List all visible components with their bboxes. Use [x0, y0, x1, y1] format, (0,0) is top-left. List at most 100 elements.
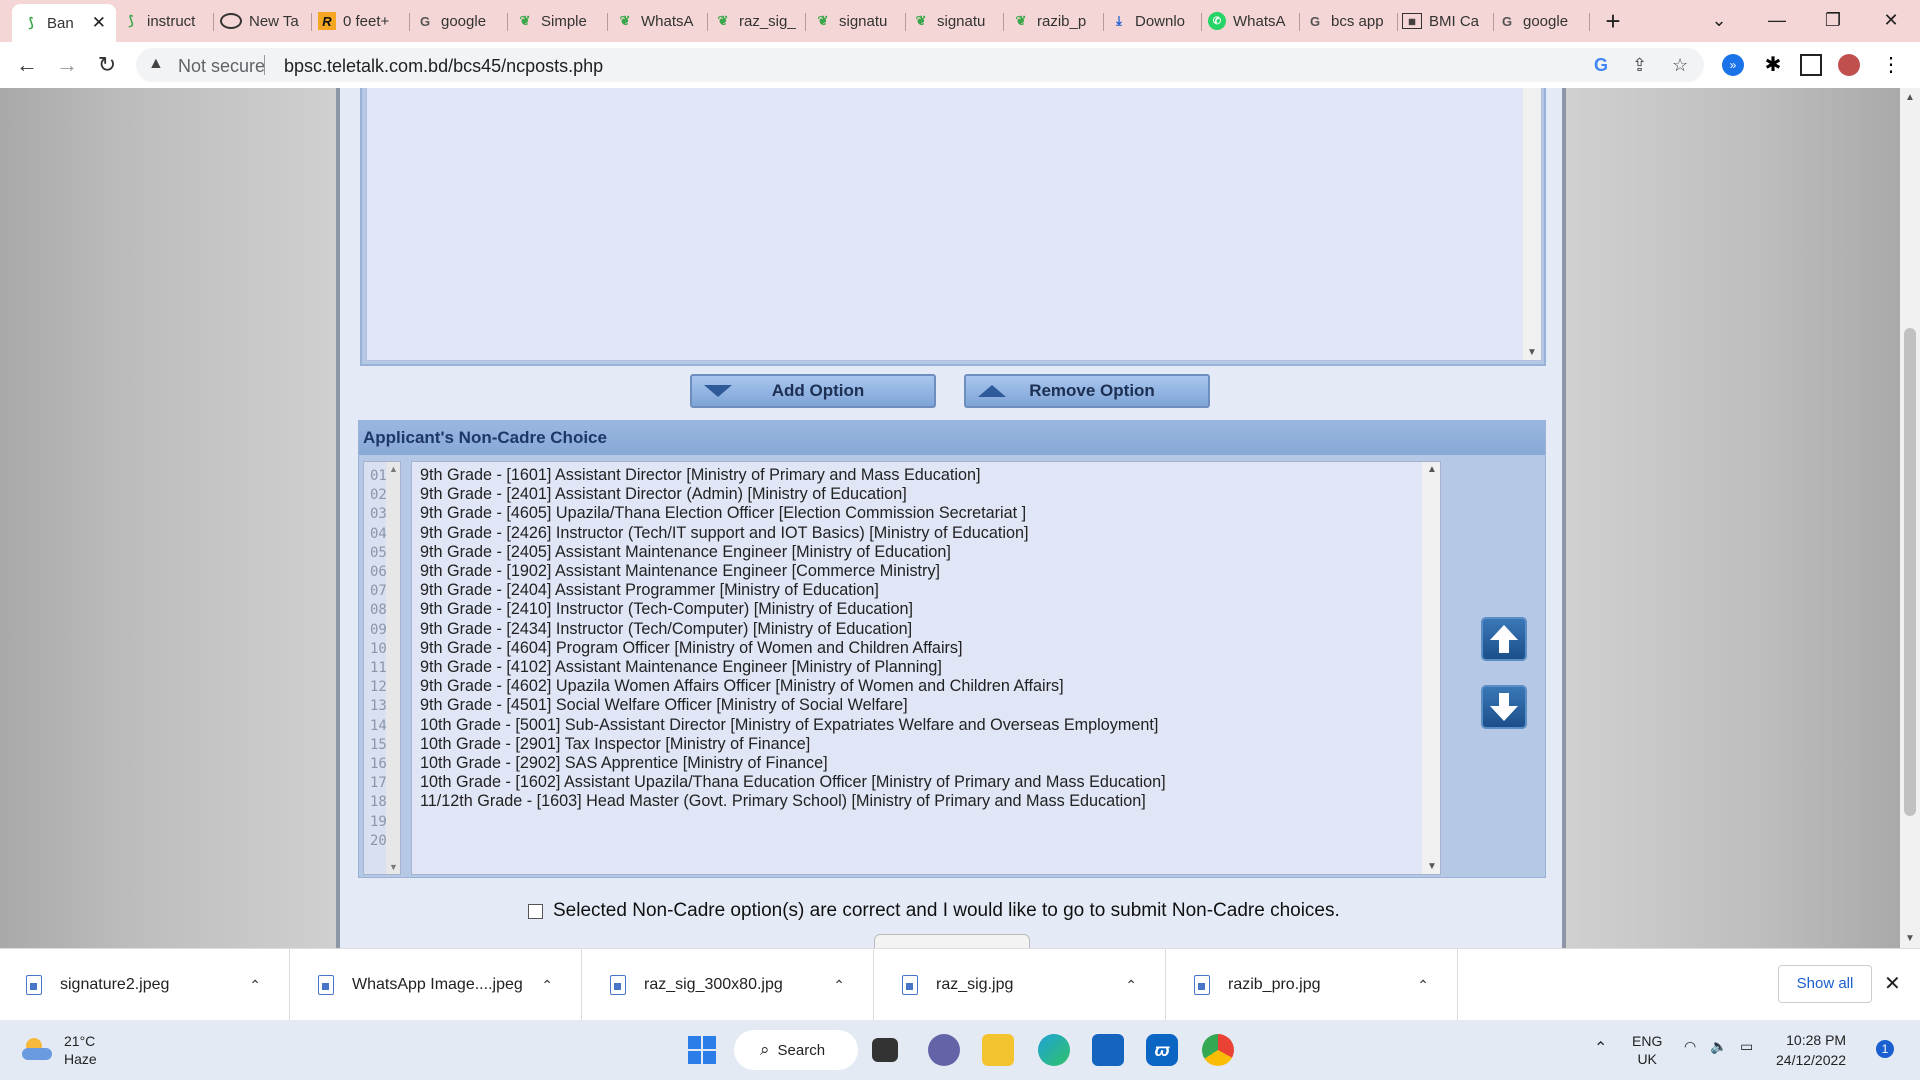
confirm-label[interactable]: Selected Non-Cadre option(s) are correct…	[553, 900, 1340, 922]
download-item[interactable]: WhatsApp Image....jpeg ⌃	[292, 949, 582, 1021]
chevron-up-icon[interactable]: ⌃	[1125, 977, 1137, 994]
tab-10[interactable]: ❦ razib_p	[1008, 6, 1104, 36]
choice-item[interactable]: 9th Grade - [1902] Assistant Maintenance…	[420, 562, 940, 581]
tab-0[interactable]: ⟆ Ban ✕	[12, 4, 116, 42]
close-window-icon[interactable]: ✕	[1868, 4, 1914, 36]
options-scrollbar[interactable]: ▼	[1523, 88, 1541, 360]
reload-icon[interactable]: ↻	[92, 50, 122, 80]
scroll-up-icon[interactable]: ▲	[389, 464, 398, 474]
restore-icon[interactable]: ❐	[1810, 4, 1856, 36]
scroll-up-icon[interactable]: ▲	[1905, 92, 1915, 103]
download-item[interactable]: raz_sig.jpg ⌃	[876, 949, 1166, 1021]
url-text[interactable]: bpsc.teletalk.com.bd/bcs45/ncposts.php	[284, 56, 603, 77]
tab-12[interactable]: ✆ WhatsA	[1204, 6, 1300, 36]
store-icon[interactable]	[1092, 1034, 1124, 1066]
confirm-checkbox[interactable]	[528, 903, 543, 919]
move-up-button[interactable]	[1481, 617, 1527, 661]
scroll-down-icon[interactable]: ▼	[389, 862, 398, 872]
choice-item[interactable]: 9th Grade - [4602] Upazila Women Affairs…	[420, 677, 1064, 696]
bookmark-star-icon[interactable]: ☆	[1672, 55, 1688, 76]
download-item[interactable]: raz_sig_300x80.jpg ⌃	[584, 949, 874, 1021]
choice-item[interactable]: 9th Grade - [2405] Assistant Maintenance…	[420, 543, 951, 562]
choice-item[interactable]: 10th Grade - [2902] SAS Apprentice [Mini…	[420, 754, 828, 773]
edge-icon[interactable]	[1038, 1034, 1070, 1066]
choice-item[interactable]: 9th Grade - [2426] Instructor (Tech/IT s…	[420, 524, 1029, 543]
tab-4[interactable]: G google	[412, 6, 508, 36]
tab-search-icon[interactable]: ⌄	[1696, 4, 1742, 36]
address-bar[interactable]: ▲ Not secure bpsc.teletalk.com.bd/bcs45/…	[136, 48, 1704, 82]
choice-item[interactable]: 9th Grade - [2434] Instructor (Tech/Comp…	[420, 620, 912, 639]
show-all-button[interactable]: Show all	[1778, 965, 1872, 1003]
choice-item[interactable]: 10th Grade - [5001] Sub-Assistant Direct…	[420, 716, 1158, 735]
tab-15[interactable]: G google	[1494, 6, 1590, 36]
task-view-icon[interactable]	[872, 1038, 898, 1062]
close-download-bar-icon[interactable]: ✕	[1884, 971, 1901, 996]
choice-item[interactable]: 9th Grade - [2401] Assistant Director (A…	[420, 485, 907, 504]
scroll-down-icon[interactable]: ▼	[1527, 347, 1537, 358]
share-icon[interactable]: ⇪	[1632, 55, 1647, 76]
tab-6[interactable]: ❦ WhatsA	[612, 6, 708, 36]
tab-7[interactable]: ❦ raz_sig_	[710, 6, 806, 36]
scrollbar-thumb[interactable]	[1904, 328, 1916, 816]
add-option-button[interactable]: Add Option	[690, 374, 936, 408]
avatar[interactable]	[1838, 54, 1860, 76]
chevron-up-icon[interactable]: ⌃	[1417, 977, 1429, 994]
move-down-button[interactable]	[1481, 685, 1527, 729]
tab-13[interactable]: G bcs app	[1302, 6, 1398, 36]
teams-chat-icon[interactable]	[928, 1034, 960, 1066]
wifi-icon[interactable]: ◠	[1684, 1038, 1696, 1055]
minimize-icon[interactable]: —	[1754, 4, 1800, 36]
line-number-scrollbar[interactable]: ▲ ▼	[386, 462, 400, 874]
choice-item[interactable]: 11/12th Grade - [1603] Head Master (Govt…	[420, 792, 1146, 811]
choice-item[interactable]: 10th Grade - [1602] Assistant Upazila/Th…	[420, 773, 1166, 792]
chevron-up-icon[interactable]: ⌃	[833, 977, 845, 994]
scroll-down-icon[interactable]: ▼	[1427, 861, 1437, 872]
clock[interactable]: 10:28 PM 24/12/2022	[1776, 1030, 1846, 1070]
choice-item[interactable]: 10th Grade - [2901] Tax Inspector [Minis…	[420, 735, 810, 754]
language-indicator[interactable]: ENG UK	[1632, 1032, 1662, 1068]
google-translate-icon[interactable]: G	[1594, 55, 1608, 76]
side-panel-icon[interactable]	[1800, 54, 1822, 76]
chevron-up-icon[interactable]: ⌃	[249, 977, 261, 994]
choice-item[interactable]: 9th Grade - [4605] Upazila/Thana Electio…	[420, 504, 1026, 523]
tab-11[interactable]: ⤓ Downlo	[1106, 6, 1202, 36]
close-tab-icon[interactable]: ✕	[92, 13, 106, 33]
scroll-up-icon[interactable]: ▲	[1427, 464, 1437, 475]
battery-icon[interactable]: ▭	[1740, 1038, 1753, 1055]
choice-item[interactable]: 9th Grade - [1601] Assistant Director [M…	[420, 466, 981, 485]
tab-9[interactable]: ❦ signatu	[908, 6, 1004, 36]
tray-overflow-icon[interactable]: ⌃	[1594, 1038, 1607, 1058]
choice-item[interactable]: 9th Grade - [2404] Assistant Programmer …	[420, 581, 879, 600]
chrome-icon[interactable]	[1202, 1034, 1234, 1066]
remove-option-button[interactable]: Remove Option	[964, 374, 1210, 408]
choice-item[interactable]: 9th Grade - [4102] Assistant Maintenance…	[420, 658, 942, 677]
tab-8[interactable]: ❦ signatu	[810, 6, 906, 36]
security-label[interactable]: Not secure	[178, 56, 265, 77]
warning-icon[interactable]: ▲	[148, 55, 164, 73]
selected-choices-list[interactable]: ▲ ▼ 9th Grade - [1601] Assistant Directo…	[411, 461, 1441, 875]
choice-item[interactable]: 9th Grade - [4501] Social Welfare Office…	[420, 696, 908, 715]
choice-item[interactable]: 9th Grade - [2410] Instructor (Tech-Comp…	[420, 600, 913, 619]
windows-start-icon[interactable]	[686, 1034, 718, 1066]
forward-icon[interactable]: →	[52, 50, 82, 80]
taskbar-search[interactable]: ⌕ Search	[734, 1030, 858, 1070]
tab-3[interactable]: R 0 feet+	[314, 6, 410, 36]
scroll-down-icon[interactable]: ▼	[1905, 933, 1915, 944]
tab-1[interactable]: ⟆ instruct	[118, 6, 214, 36]
tab-14[interactable]: ▦ BMI Ca	[1398, 6, 1494, 36]
extension-icon[interactable]: »	[1722, 54, 1744, 76]
back-icon[interactable]: ←	[12, 50, 42, 80]
file-explorer-icon[interactable]	[982, 1034, 1014, 1066]
weather-widget[interactable]: 21°C Haze	[22, 1032, 97, 1068]
page-scrollbar[interactable]: ▲ ▼	[1900, 88, 1920, 948]
submit-button[interactable]	[874, 934, 1030, 949]
chevron-up-icon[interactable]: ⌃	[541, 977, 553, 994]
choices-scrollbar[interactable]: ▲ ▼	[1422, 462, 1440, 874]
chat-app-icon[interactable]: ϖ	[1146, 1034, 1178, 1066]
tab-5[interactable]: ❦ Simple	[512, 6, 608, 36]
volume-icon[interactable]: 🔈	[1710, 1038, 1727, 1055]
choice-item[interactable]: 9th Grade - [4604] Program Officer [Mini…	[420, 639, 963, 658]
download-item[interactable]: razib_pro.jpg ⌃	[1168, 949, 1458, 1021]
notification-badge[interactable]: 1	[1876, 1040, 1894, 1058]
new-tab-button[interactable]: +	[1598, 6, 1628, 36]
